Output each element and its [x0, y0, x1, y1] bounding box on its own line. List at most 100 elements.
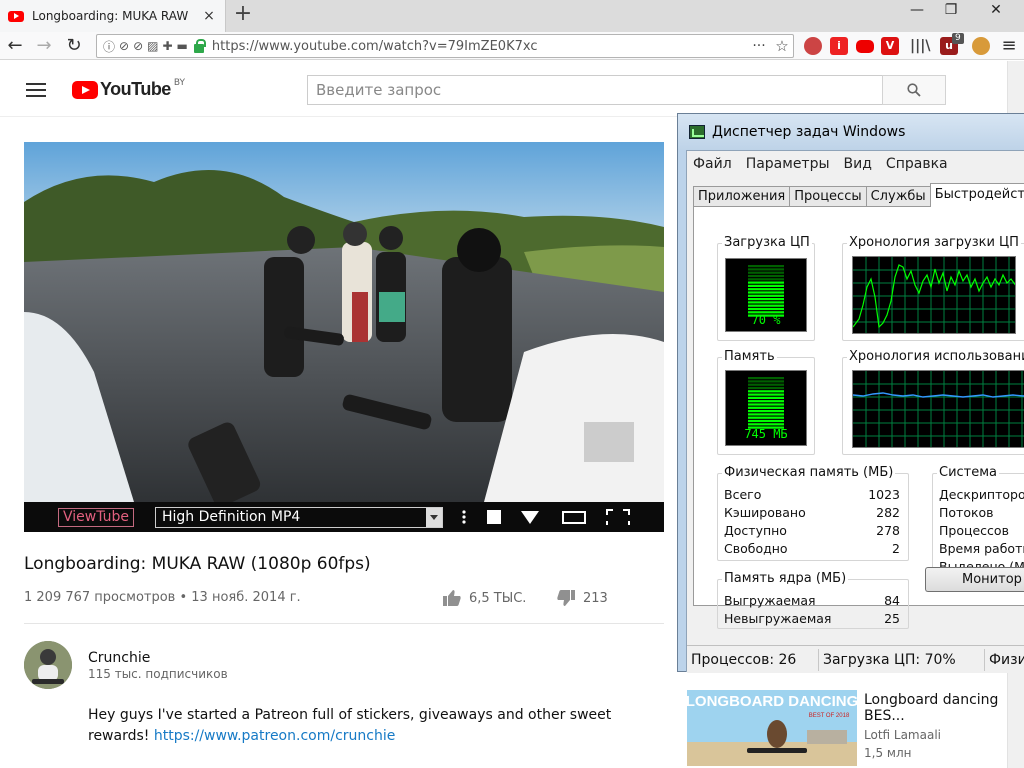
- tab-title: Longboarding: MUKA RAW (10: [32, 9, 192, 23]
- navigation-bar: ← → ↻ ⓘ ⊘ ⊘ ▨ ✚ ▬ https://www.youtube.co…: [0, 32, 1024, 60]
- browser-tab[interactable]: Longboarding: MUKA RAW (10 ×: [0, 0, 226, 32]
- cpu-history-label: Хронология загрузки ЦП: [847, 235, 1021, 250]
- system-handles-label: Дескрипторов: [939, 487, 1024, 502]
- avatar[interactable]: [24, 641, 72, 689]
- status-processes: Процессов: 26: [687, 649, 819, 671]
- plugin-icon[interactable]: ✚: [162, 39, 172, 53]
- restore-button[interactable]: ❐: [934, 0, 968, 22]
- cpu-usage-label: Загрузка ЦП: [722, 235, 812, 250]
- recommended-thumbnail-image: LONGBOARD DANCING BEST OF 2018: [687, 690, 857, 766]
- phys-total-value: 1023: [868, 487, 900, 502]
- kernel-memory-group: Память ядра (МБ) Выгружаемая 84 Невыгруж…: [717, 571, 909, 629]
- memory-history-group: Хронология использования физ: [842, 349, 1024, 455]
- channel-name[interactable]: Crunchie: [88, 650, 150, 666]
- url-text[interactable]: https://www.youtube.com/watch?v=79ImZE0K…: [212, 39, 747, 54]
- tracking-icon[interactable]: ⊘: [133, 39, 143, 53]
- system-label: Система: [937, 465, 1000, 480]
- tab-processes[interactable]: Процессы: [789, 186, 867, 207]
- status-cpu: Загрузка ЦП: 70%: [819, 649, 985, 671]
- tab-close-icon[interactable]: ×: [201, 8, 217, 24]
- padlock-icon[interactable]: [193, 38, 206, 53]
- extension-info-icon[interactable]: i: [830, 37, 848, 55]
- ublock-count-badge: 9: [952, 33, 964, 44]
- recommended-video[interactable]: LONGBOARD DANCING BEST OF 2018 Longboard…: [687, 690, 1007, 768]
- viewtube-toolbar: ViewTube High Definition MP4: [24, 502, 664, 532]
- task-manager-menu: Файл Параметры Вид Справка: [687, 153, 956, 175]
- memory-meter-segment: [748, 410, 784, 413]
- extension-youtube-icon[interactable]: [856, 40, 874, 53]
- extension-monkey-icon[interactable]: [972, 37, 990, 55]
- extension-hat-icon[interactable]: [804, 37, 822, 55]
- cpu-meter-segment: [748, 304, 784, 307]
- memory-history-label: Хронология использования физ: [847, 349, 1024, 364]
- recommended-thumbnail[interactable]: LONGBOARD DANCING BEST OF 2018: [687, 690, 857, 766]
- address-bar[interactable]: ⓘ ⊘ ⊘ ▨ ✚ ▬ https://www.youtube.com/watc…: [96, 34, 794, 58]
- cpu-meter: 70 %: [725, 258, 807, 332]
- minimize-button[interactable]: —: [900, 0, 934, 22]
- reload-icon[interactable]: ↻: [63, 35, 85, 57]
- youtube-logo[interactable]: YouTube BY: [72, 78, 185, 100]
- video-player[interactable]: [24, 142, 664, 502]
- search-input[interactable]: Введите запрос: [307, 75, 883, 105]
- wide-mode-icon[interactable]: [562, 509, 586, 525]
- autoplay-icon[interactable]: ▨: [147, 39, 158, 53]
- stop-icon[interactable]: [487, 509, 501, 525]
- window-controls: — ❐ ✕: [900, 0, 1024, 22]
- recommended-title[interactable]: Longboard dancing BES...: [864, 692, 1004, 724]
- performance-panel: Загрузка ЦП 70 % Хронология загрузки ЦП: [693, 206, 1024, 629]
- info-icon[interactable]: ⓘ: [103, 38, 115, 55]
- task-manager-titlebar[interactable]: Диспетчер задач Windows: [678, 114, 1024, 150]
- cpu-meter-segment: [748, 288, 784, 291]
- memory-meter-segment: [748, 406, 784, 409]
- memory-meter-segment: [748, 400, 784, 403]
- bookmark-star-icon[interactable]: ☆: [771, 37, 793, 55]
- menu-icon[interactable]: ≡: [998, 35, 1020, 57]
- tab-services[interactable]: Службы: [865, 186, 931, 207]
- resource-monitor-button[interactable]: Монитор р: [925, 567, 1024, 592]
- storage-icon[interactable]: ▬: [177, 39, 188, 53]
- new-tab-button[interactable]: +: [231, 2, 255, 28]
- patreon-link[interactable]: https://www.patreon.com/crunchie: [154, 728, 396, 744]
- cpu-meter-segment: [748, 291, 784, 294]
- quality-select[interactable]: High Definition MP4: [155, 507, 443, 528]
- dislike-button[interactable]: 213: [557, 590, 608, 606]
- phys-free-label: Свободно: [724, 541, 788, 556]
- kernel-memory-label: Память ядра (МБ): [722, 571, 849, 586]
- page-actions-icon[interactable]: ···: [747, 38, 771, 54]
- viewtube-logo[interactable]: ViewTube: [58, 508, 135, 527]
- menu-options[interactable]: Параметры: [744, 153, 838, 175]
- tab-bar: Longboarding: MUKA RAW (10 × + — ❐ ✕: [0, 0, 1024, 32]
- memory-meter-segment: [748, 386, 784, 390]
- memory-meter-segment: [748, 413, 784, 416]
- like-button[interactable]: 6,5 ТЫС.: [443, 590, 526, 606]
- chevron-down-icon[interactable]: [426, 508, 442, 527]
- phys-cached-label: Кэшировано: [724, 505, 806, 520]
- tab-applications[interactable]: Приложения: [693, 186, 791, 207]
- menu-view[interactable]: Вид: [842, 153, 880, 175]
- cpu-meter-segment: [748, 265, 784, 268]
- search-button[interactable]: [882, 75, 946, 105]
- more-options-icon[interactable]: [461, 509, 467, 525]
- back-arrow-icon[interactable]: ←: [4, 35, 26, 57]
- extension-pocket-icon[interactable]: V: [881, 37, 899, 55]
- memory-label: Память: [722, 349, 777, 364]
- hamburger-menu-icon[interactable]: [26, 83, 46, 101]
- video-description: Hey guys I've started a Patreon full of …: [88, 705, 648, 747]
- youtube-header: YouTube BY Введите запрос: [0, 61, 1007, 117]
- library-icon[interactable]: |||\: [910, 37, 930, 55]
- cpu-meter-segment: [748, 298, 784, 301]
- menu-help[interactable]: Справка: [884, 153, 956, 175]
- memory-meter-segment: [748, 416, 784, 419]
- forward-arrow-icon[interactable]: →: [33, 35, 55, 57]
- permissions-icon[interactable]: ⊘: [119, 39, 129, 53]
- memory-meter-segment: [748, 423, 784, 426]
- download-arrow-icon[interactable]: [521, 509, 539, 525]
- fullscreen-icon[interactable]: [606, 509, 630, 525]
- tab-performance[interactable]: Быстродействие: [929, 183, 1024, 207]
- recommended-views: 1,5 млн: [864, 746, 912, 760]
- memory-meter-segment: [748, 383, 784, 386]
- subscriber-count: 115 тыс. подписчиков: [88, 667, 228, 681]
- close-window-button[interactable]: ✕: [968, 0, 1024, 22]
- menu-file[interactable]: Файл: [691, 153, 740, 175]
- cpu-meter-segment: [748, 281, 784, 284]
